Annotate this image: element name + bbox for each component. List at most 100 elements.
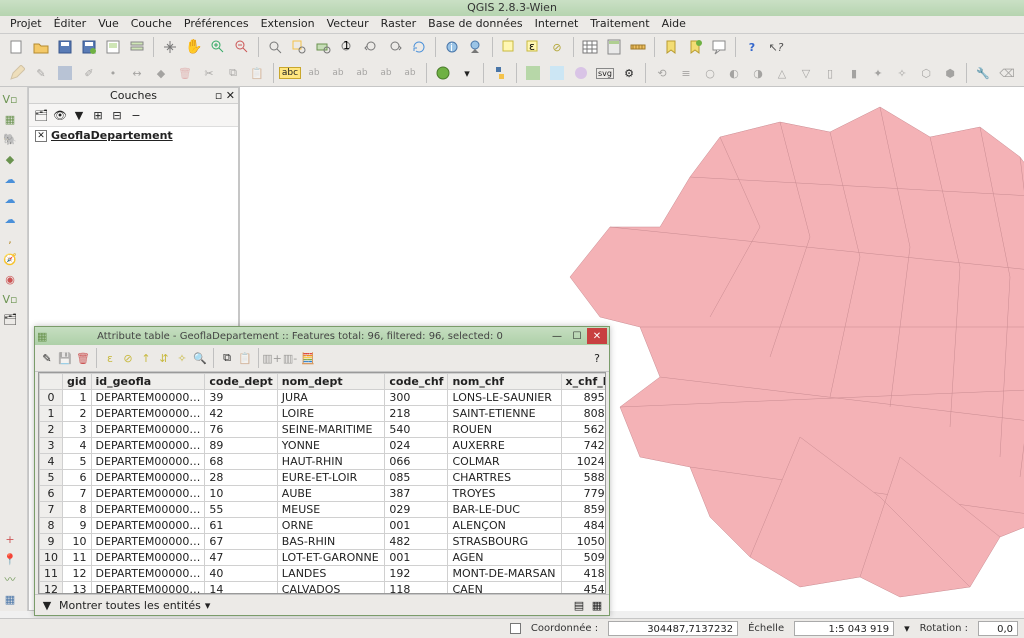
table-row[interactable]: 0 1 DEPARTEM00000…39JURA300LONS-LE-SAUNI… — [40, 390, 607, 406]
pin-icon[interactable]: 📍 — [2, 551, 18, 567]
globe-plugin-icon[interactable] — [432, 62, 454, 84]
copy-icon[interactable]: ⧉ — [222, 62, 244, 84]
select-rect-icon[interactable] — [498, 36, 520, 58]
att-delcol-icon[interactable]: ▥- — [282, 350, 298, 366]
add-oracle-icon[interactable]: ◉ — [2, 271, 18, 287]
adv1-icon[interactable]: ⟲ — [651, 62, 673, 84]
layers-undock-icon[interactable]: ▫ ✕ — [215, 89, 235, 102]
zoom-native-icon[interactable]: 1 — [336, 36, 358, 58]
edit-pencil-icon[interactable] — [6, 62, 28, 84]
attwin-minimize[interactable]: — — [547, 328, 567, 344]
menu-vecteur[interactable]: Vecteur — [321, 16, 375, 33]
zoom-layer-icon[interactable] — [312, 36, 334, 58]
plugin4-icon[interactable]: ⚙ — [618, 62, 640, 84]
paste-icon[interactable]: 📋 — [246, 62, 268, 84]
new-project-icon[interactable] — [6, 36, 28, 58]
label-tool1-icon[interactable]: ab — [303, 62, 325, 84]
menu-projet[interactable]: Projet — [4, 16, 48, 33]
save-edits-icon[interactable] — [54, 62, 76, 84]
adv9-icon[interactable]: ▮ — [843, 62, 865, 84]
att-calc-icon[interactable]: 🧮 — [300, 350, 316, 366]
arrow-down-icon[interactable]: ▾ — [456, 62, 478, 84]
table-row[interactable]: 5 6 DEPARTEM00000…28EURE-ET-LOIR085CHART… — [40, 470, 607, 486]
att-zoom-icon[interactable]: 🔍 — [192, 350, 208, 366]
layer-visibility-icon[interactable]: 👁 — [52, 107, 68, 123]
layer-collapse-icon[interactable]: ⊟ — [109, 107, 125, 123]
adv12-icon[interactable]: ⬡ — [915, 62, 937, 84]
add-raster-icon[interactable]: ▦ — [2, 111, 18, 127]
pan-selected-icon[interactable]: ✋ — [183, 36, 205, 58]
scale-dd-icon[interactable]: ▾ — [904, 622, 910, 635]
adv4-icon[interactable]: ◐ — [723, 62, 745, 84]
toggle-editing-icon[interactable]: ✎ — [30, 62, 52, 84]
zoom-out-icon[interactable] — [231, 36, 253, 58]
add-vector-icon[interactable]: V▫ — [2, 91, 18, 107]
table-row[interactable]: 4 5 DEPARTEM00000…68HAUT-RHIN066COLMAR 1… — [40, 454, 607, 470]
deselect-icon[interactable]: ⊘ — [546, 36, 568, 58]
att-table-view-icon[interactable]: ▦ — [589, 597, 605, 613]
add-csv-icon[interactable]: , — [2, 231, 18, 247]
coord-toggle[interactable] — [510, 623, 521, 634]
menu-aide[interactable]: Aide — [656, 16, 692, 33]
att-pan-icon[interactable]: ✧ — [174, 350, 190, 366]
plugin2-icon[interactable] — [546, 62, 568, 84]
bookmark-new-icon[interactable] — [684, 36, 706, 58]
label-tool5-icon[interactable]: ab — [399, 62, 421, 84]
zoom-full-icon[interactable] — [264, 36, 286, 58]
add-gpx-icon[interactable]: 🧭 — [2, 251, 18, 267]
col-header[interactable]: id_geofla — [91, 374, 205, 390]
col-header[interactable]: x_chf_lieu — [561, 374, 606, 390]
bookmark-icon[interactable] — [660, 36, 682, 58]
att-form-view-icon[interactable]: ▤ — [571, 597, 587, 613]
adv10-icon[interactable]: ✦ — [867, 62, 889, 84]
layer-filter-icon[interactable]: ▼ — [71, 107, 87, 123]
editsgroup-icon[interactable]: ✐ — [78, 62, 100, 84]
att-filter-icon[interactable]: ▼ — [39, 597, 55, 613]
att-invert-icon[interactable]: ⇵ — [156, 350, 172, 366]
col-header[interactable]: code_dept — [205, 374, 277, 390]
open-attr-table-icon[interactable] — [579, 36, 601, 58]
table-row[interactable]: 6 7 DEPARTEM00000…10AUBE387TROYES 779954… — [40, 486, 607, 502]
field-calc-icon[interactable] — [603, 36, 625, 58]
zoom-next-icon[interactable] — [384, 36, 406, 58]
att-newcol-icon[interactable]: ▥+ — [264, 350, 280, 366]
zoom-selection-icon[interactable] — [288, 36, 310, 58]
layer-checkbox[interactable]: ✕ — [35, 130, 47, 142]
adv6-icon[interactable]: △ — [771, 62, 793, 84]
att-filter-dd-icon[interactable]: ▾ — [205, 599, 211, 612]
table-row[interactable]: 3 4 DEPARTEM00000…89YONNE024AUXERRE 7424… — [40, 438, 607, 454]
pan-icon[interactable] — [159, 36, 181, 58]
att-paste-icon[interactable]: 📋 — [237, 350, 253, 366]
att-copy-icon[interactable]: ⧉ — [219, 350, 235, 366]
att-delete-icon[interactable]: 🗑 — [75, 350, 91, 366]
col-header[interactable]: nom_chf — [448, 374, 561, 390]
add-wcs-icon[interactable]: ☁ — [2, 191, 18, 207]
table-row[interactable]: 12 13 DEPARTEM00000…14CALVADOS118CAEN 45… — [40, 582, 607, 595]
last-icon[interactable]: ⌫ — [996, 62, 1018, 84]
svg-icon[interactable]: svg — [594, 62, 616, 84]
add-postgis-icon[interactable]: 🐘 — [2, 131, 18, 147]
coord-value[interactable]: 304487,7137232 — [608, 621, 738, 636]
adv11-icon[interactable]: ✧ — [891, 62, 913, 84]
refresh-icon[interactable] — [408, 36, 430, 58]
gdal-icon[interactable]: ▦ — [2, 591, 18, 607]
new-group-icon[interactable]: 🗂 — [2, 311, 18, 327]
save-as-icon[interactable] — [78, 36, 100, 58]
rotation-value[interactable]: 0,0 — [978, 621, 1018, 636]
identify-dd-icon[interactable] — [465, 36, 487, 58]
plugin3-icon[interactable] — [570, 62, 592, 84]
menu-preferences[interactable]: Préférences — [178, 16, 255, 33]
col-header[interactable]: gid — [63, 374, 92, 390]
layer-expand-icon[interactable]: ⊞ — [90, 107, 106, 123]
identify-icon[interactable]: i — [441, 36, 463, 58]
node-tool-icon[interactable]: ◆ — [150, 62, 172, 84]
scale-value[interactable]: 1:5 043 919 — [794, 621, 894, 636]
crosshair-icon[interactable]: + — [2, 531, 18, 547]
add-wms-icon[interactable]: ☁ — [2, 171, 18, 187]
menu-traitement[interactable]: Traitement — [584, 16, 655, 33]
menu-editer[interactable]: Éditer — [48, 16, 93, 33]
adv2-icon[interactable]: ≡ — [675, 62, 697, 84]
table-row[interactable]: 10 11 DEPARTEM00000…47LOT-ET-GARONNE001A… — [40, 550, 607, 566]
python-icon[interactable] — [489, 62, 511, 84]
menu-vue[interactable]: Vue — [92, 16, 125, 33]
